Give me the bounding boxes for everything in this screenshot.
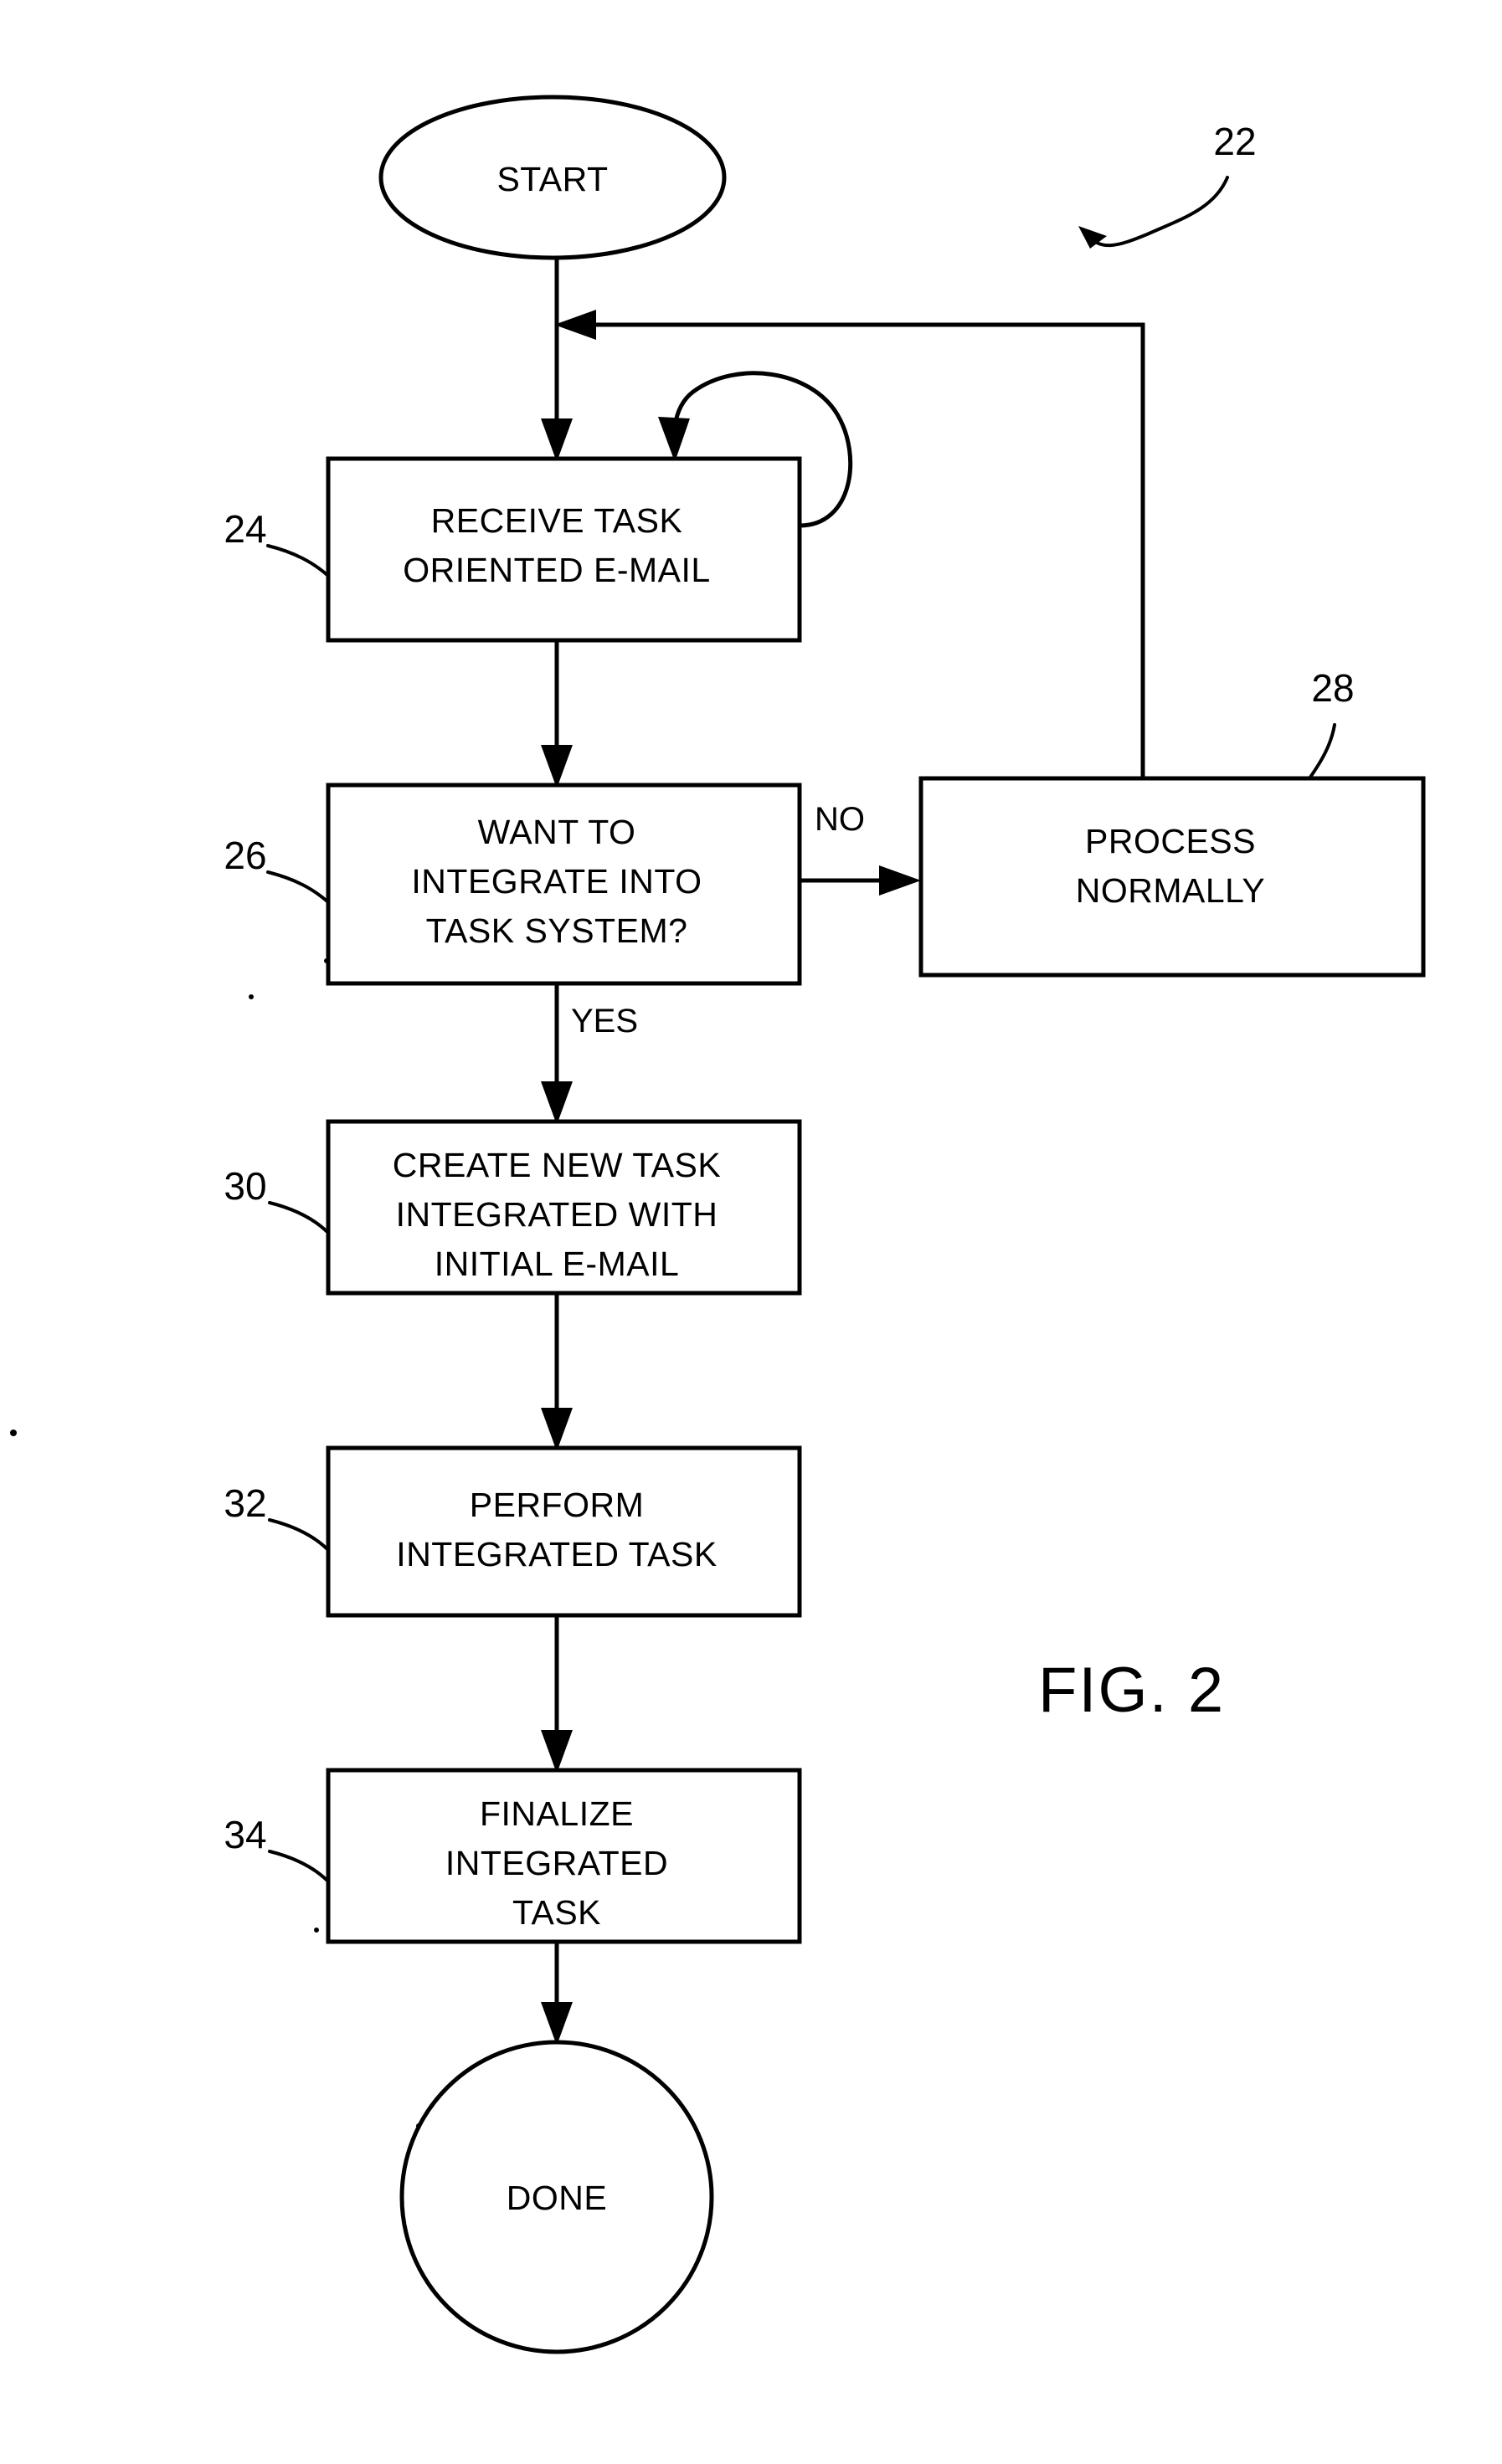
perform-line-1: PERFORM (470, 1486, 645, 1524)
ref-30-leader (268, 1201, 330, 1235)
edge-label-no: NO (815, 801, 865, 838)
arrowhead-into-process-normally (879, 865, 921, 896)
connector-yes-branch (541, 983, 573, 1125)
receive-line-2: ORIENTED E-MAIL (403, 551, 710, 589)
create-line-1: CREATE NEW TASK (393, 1146, 722, 1184)
edge-label-yes: YES (571, 1003, 638, 1040)
connector-finalize-to-done (541, 1942, 573, 2046)
arrowhead-feedback-junction (554, 310, 596, 340)
arrowhead-into-done (541, 2002, 573, 2046)
connector-receive-to-decision (541, 640, 573, 788)
create-line-2: INTEGRATED WITH (396, 1195, 718, 1234)
connector-perform-to-finalize (541, 1615, 573, 1774)
create-line-3: INITIAL E-MAIL (435, 1245, 680, 1283)
ref-26-leader (266, 870, 330, 904)
arrowhead-into-decision (541, 745, 573, 788)
figure-caption: FIG. 2 (1038, 1655, 1225, 1726)
finalize-line-3: TASK (512, 1893, 601, 1932)
ref-34-text: 34 (224, 1813, 266, 1856)
reference-numeral-34: 34 (224, 1813, 330, 1883)
ref-26-text: 26 (224, 834, 266, 877)
ref-28-text: 28 (1311, 666, 1354, 710)
ref-22-leader (1087, 176, 1229, 248)
process-line-1: PROCESS (1085, 822, 1256, 860)
ref-30-text: 30 (224, 1164, 266, 1208)
reference-numeral-30: 30 (224, 1164, 330, 1235)
connector-start-to-receive (541, 258, 573, 462)
finalize-line-2: INTEGRATED (445, 1844, 668, 1882)
patent-figure: START RECEIVE TASK ORIENTED E-MAIL WANT … (0, 0, 1502, 2464)
ref-24-leader (266, 544, 330, 578)
scan-speck (249, 994, 254, 999)
reference-numeral-26: 26 (224, 834, 330, 904)
arrowhead-into-finalize-task (541, 1730, 573, 1774)
scan-speck (416, 2123, 421, 2128)
perform-line-2: INTEGRATED TASK (396, 1535, 717, 1573)
reference-numeral-24: 24 (224, 507, 330, 578)
decision-line-3: TASK SYSTEM? (426, 911, 688, 950)
node-done-label: DONE (507, 2179, 607, 2217)
reference-numeral-28: 28 (1308, 666, 1355, 780)
reference-numeral-32: 32 (224, 1481, 330, 1552)
ref-32-leader (268, 1518, 330, 1552)
arrowhead-into-create-task (541, 1081, 573, 1125)
decision-line-2: INTEGRATE INTO (411, 862, 702, 901)
process-line-2: NORMALLY (1076, 871, 1266, 910)
node-perform-task-shape (326, 1445, 802, 1618)
ref-32-text: 32 (224, 1481, 266, 1525)
ref-24-text: 24 (224, 507, 266, 551)
arrowhead-into-receive (541, 418, 573, 462)
finalize-line-1: FINALIZE (480, 1794, 634, 1833)
arrowhead-self-loop (658, 417, 690, 462)
connector-create-to-perform (541, 1293, 573, 1451)
scan-speck (10, 1430, 17, 1436)
ref-34-leader (268, 1850, 330, 1883)
flowchart-canvas: START RECEIVE TASK ORIENTED E-MAIL WANT … (10, 95, 1426, 2354)
scan-speck (324, 958, 329, 963)
reference-numeral-22: 22 (1078, 120, 1257, 249)
decision-line-1: WANT TO (478, 813, 636, 851)
ref-22-text: 22 (1213, 120, 1256, 163)
node-start-label: START (496, 160, 608, 198)
arrowhead-into-perform-task (541, 1408, 573, 1451)
connector-no-branch (800, 865, 921, 896)
scan-speck (314, 1928, 319, 1933)
node-create-task-label: CREATE NEW TASK INTEGRATED WITH INITIAL … (393, 1146, 722, 1283)
node-receive-email-shape (326, 456, 802, 643)
ref-28-leader (1308, 723, 1336, 780)
receive-line-1: RECEIVE TASK (431, 501, 683, 540)
